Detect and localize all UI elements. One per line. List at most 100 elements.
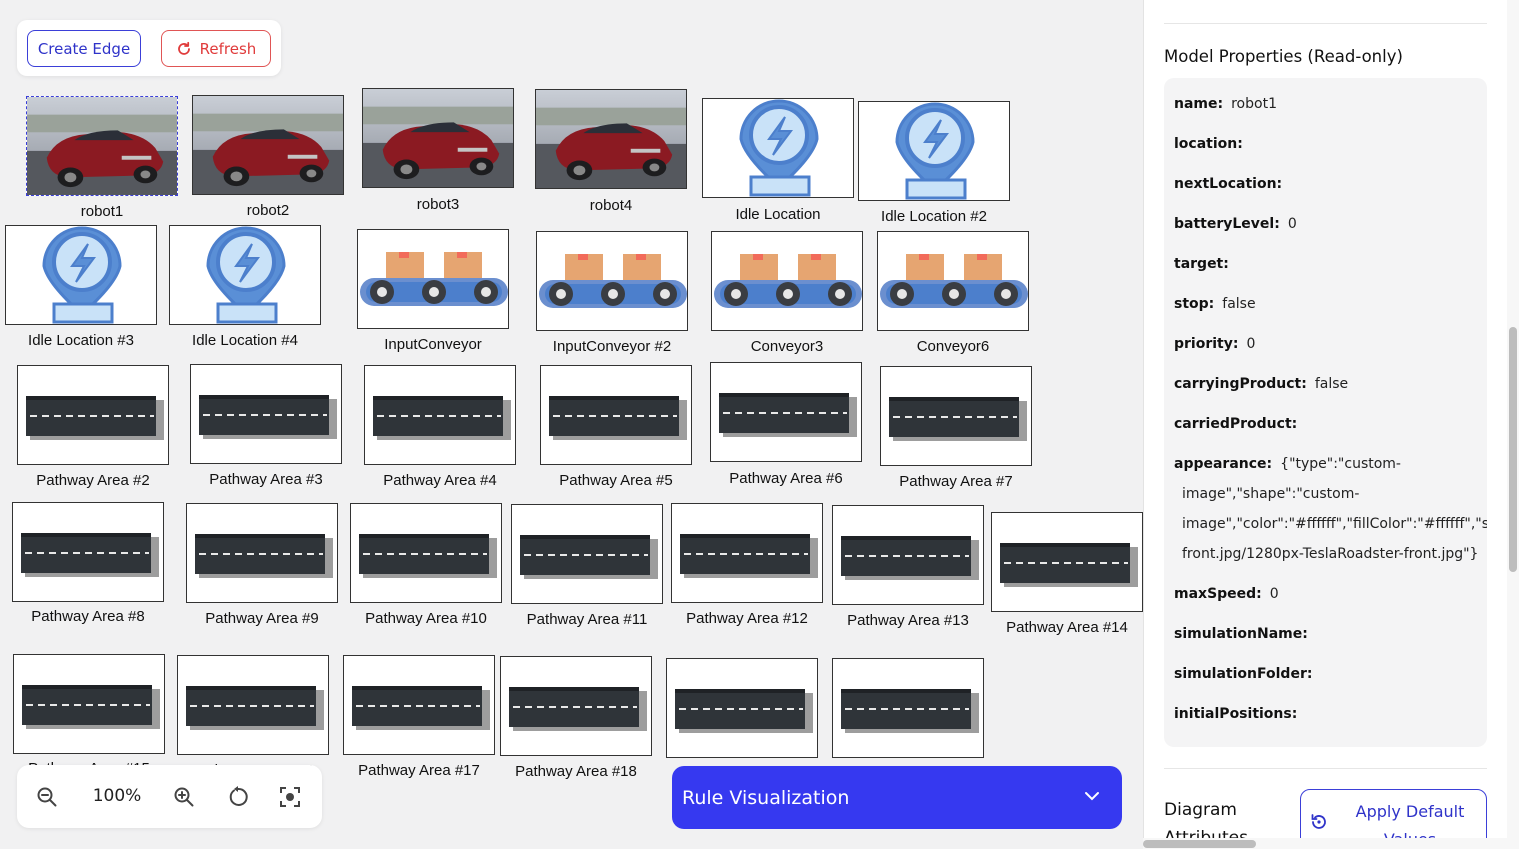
node-road[interactable] bbox=[500, 656, 652, 756]
property-row: nextLocation: bbox=[1174, 176, 1290, 192]
property-row: carriedProduct: bbox=[1174, 416, 1305, 432]
node-label: Pathway Area #4 bbox=[383, 472, 497, 489]
property-key: maxSpeed: bbox=[1174, 586, 1262, 602]
node-label: Idle Location #2 bbox=[881, 208, 987, 225]
node-label: Idle Location #4 bbox=[192, 332, 298, 349]
road-icon bbox=[719, 393, 857, 437]
road-icon bbox=[352, 686, 490, 730]
node-label: Pathway Area #10 bbox=[365, 610, 487, 627]
property-row: image","shape":"custom- bbox=[1174, 486, 1359, 502]
node-label: Pathway Area #3 bbox=[209, 471, 323, 488]
node-road[interactable] bbox=[710, 362, 862, 462]
refresh-button[interactable]: Refresh bbox=[161, 30, 271, 67]
conveyor-icon bbox=[714, 254, 862, 308]
properties-list: name: robot1 location: nextLocation: battery… bbox=[1164, 78, 1487, 747]
node-label: Pathway Area #14 bbox=[1006, 619, 1128, 636]
charging-location-icon bbox=[42, 226, 122, 324]
node-road[interactable] bbox=[17, 365, 169, 465]
node-road[interactable] bbox=[832, 505, 984, 605]
canvas-toolbar: Create Edge Refresh bbox=[17, 20, 281, 76]
panel-divider bbox=[1164, 23, 1487, 24]
property-value: 0 bbox=[1269, 586, 1279, 602]
vertical-scrollbar[interactable] bbox=[1507, 0, 1519, 849]
zoom-out-button[interactable] bbox=[33, 782, 61, 812]
node-road[interactable] bbox=[13, 654, 165, 754]
node-car[interactable] bbox=[192, 95, 344, 195]
fit-view-button[interactable] bbox=[276, 782, 304, 812]
node-label: Pathway Area #18 bbox=[515, 763, 637, 780]
vertical-scroll-thumb[interactable] bbox=[1509, 327, 1517, 572]
node-car[interactable] bbox=[535, 89, 687, 189]
property-key: target: bbox=[1174, 256, 1229, 272]
node-idle[interactable] bbox=[5, 225, 157, 325]
node-label: Pathway Area #8 bbox=[31, 608, 145, 625]
property-key: simulationFolder: bbox=[1174, 666, 1313, 682]
property-key: carriedProduct: bbox=[1174, 416, 1298, 432]
node-label: robot4 bbox=[589, 197, 633, 214]
node-label: InputConveyor #2 bbox=[552, 338, 672, 355]
road-icon bbox=[841, 536, 979, 580]
node-road[interactable] bbox=[540, 365, 692, 465]
property-key: priority: bbox=[1174, 336, 1239, 352]
car-image bbox=[363, 89, 513, 187]
conveyor-icon bbox=[360, 252, 508, 306]
property-row: stop: false bbox=[1174, 296, 1256, 312]
property-row: appearance: {"type":"custom- bbox=[1174, 456, 1401, 472]
properties-panel: Model Properties (Read-only) name: robot1… bbox=[1143, 0, 1519, 849]
node-road[interactable] bbox=[350, 503, 502, 603]
road-icon bbox=[22, 685, 160, 729]
node-road[interactable] bbox=[991, 512, 1143, 612]
node-road[interactable] bbox=[190, 364, 342, 464]
car-image bbox=[193, 96, 343, 194]
node-label: Pathway Area #5 bbox=[559, 472, 673, 489]
reset-view-button[interactable] bbox=[224, 782, 252, 812]
road-icon bbox=[21, 533, 159, 577]
horizontal-scroll-thumb[interactable] bbox=[1143, 840, 1256, 848]
zoom-in-button[interactable] bbox=[170, 782, 198, 812]
conveyor-icon bbox=[880, 254, 1028, 308]
node-road[interactable] bbox=[671, 503, 823, 603]
create-edge-button[interactable]: Create Edge bbox=[27, 30, 141, 67]
road-icon bbox=[675, 689, 813, 733]
property-value: robot1 bbox=[1231, 96, 1277, 112]
node-road[interactable] bbox=[12, 502, 164, 602]
property-row: maxSpeed: 0 bbox=[1174, 586, 1279, 602]
node-idle[interactable] bbox=[858, 101, 1010, 201]
node-road[interactable] bbox=[364, 365, 516, 465]
node-road[interactable] bbox=[880, 366, 1032, 466]
property-key: location: bbox=[1174, 136, 1243, 152]
node-road[interactable] bbox=[186, 503, 338, 603]
node-road[interactable] bbox=[832, 658, 984, 758]
node-car[interactable] bbox=[26, 96, 178, 196]
property-row: priority: 0 bbox=[1174, 336, 1255, 352]
node-conveyor[interactable] bbox=[711, 231, 863, 331]
road-icon bbox=[509, 687, 647, 731]
node-road[interactable] bbox=[343, 655, 495, 755]
property-value: 0 bbox=[1287, 216, 1297, 232]
property-value: false bbox=[1314, 376, 1349, 392]
property-value: image","shape":"custom- bbox=[1182, 486, 1360, 502]
panel-divider bbox=[1164, 768, 1487, 769]
node-road[interactable] bbox=[666, 658, 818, 758]
node-label: Idle Location bbox=[735, 206, 821, 223]
zoom-out-icon bbox=[37, 787, 57, 807]
node-road[interactable] bbox=[511, 504, 663, 604]
conveyor-icon bbox=[539, 254, 687, 308]
zoom-level: 100% bbox=[92, 786, 142, 806]
road-icon bbox=[373, 396, 511, 440]
property-row: simulationName: bbox=[1174, 626, 1316, 642]
node-idle[interactable] bbox=[702, 98, 854, 198]
rule-visualization-bar[interactable]: Rule Visualization bbox=[672, 766, 1122, 829]
node-conveyor[interactable] bbox=[357, 229, 509, 329]
diagram-canvas[interactable]: Create Edge Refresh robot1 robot2 robot3 ro… bbox=[0, 0, 1143, 849]
node-road[interactable] bbox=[177, 655, 329, 755]
property-row: simulationFolder: bbox=[1174, 666, 1320, 682]
road-icon bbox=[841, 689, 979, 733]
node-car[interactable] bbox=[362, 88, 514, 188]
horizontal-scrollbar[interactable] bbox=[1143, 838, 1507, 849]
node-idle[interactable] bbox=[169, 225, 321, 325]
node-conveyor[interactable] bbox=[536, 231, 688, 331]
node-conveyor[interactable] bbox=[877, 231, 1029, 331]
node-label: robot2 bbox=[246, 202, 290, 219]
zoom-controls: 100% bbox=[17, 765, 322, 828]
